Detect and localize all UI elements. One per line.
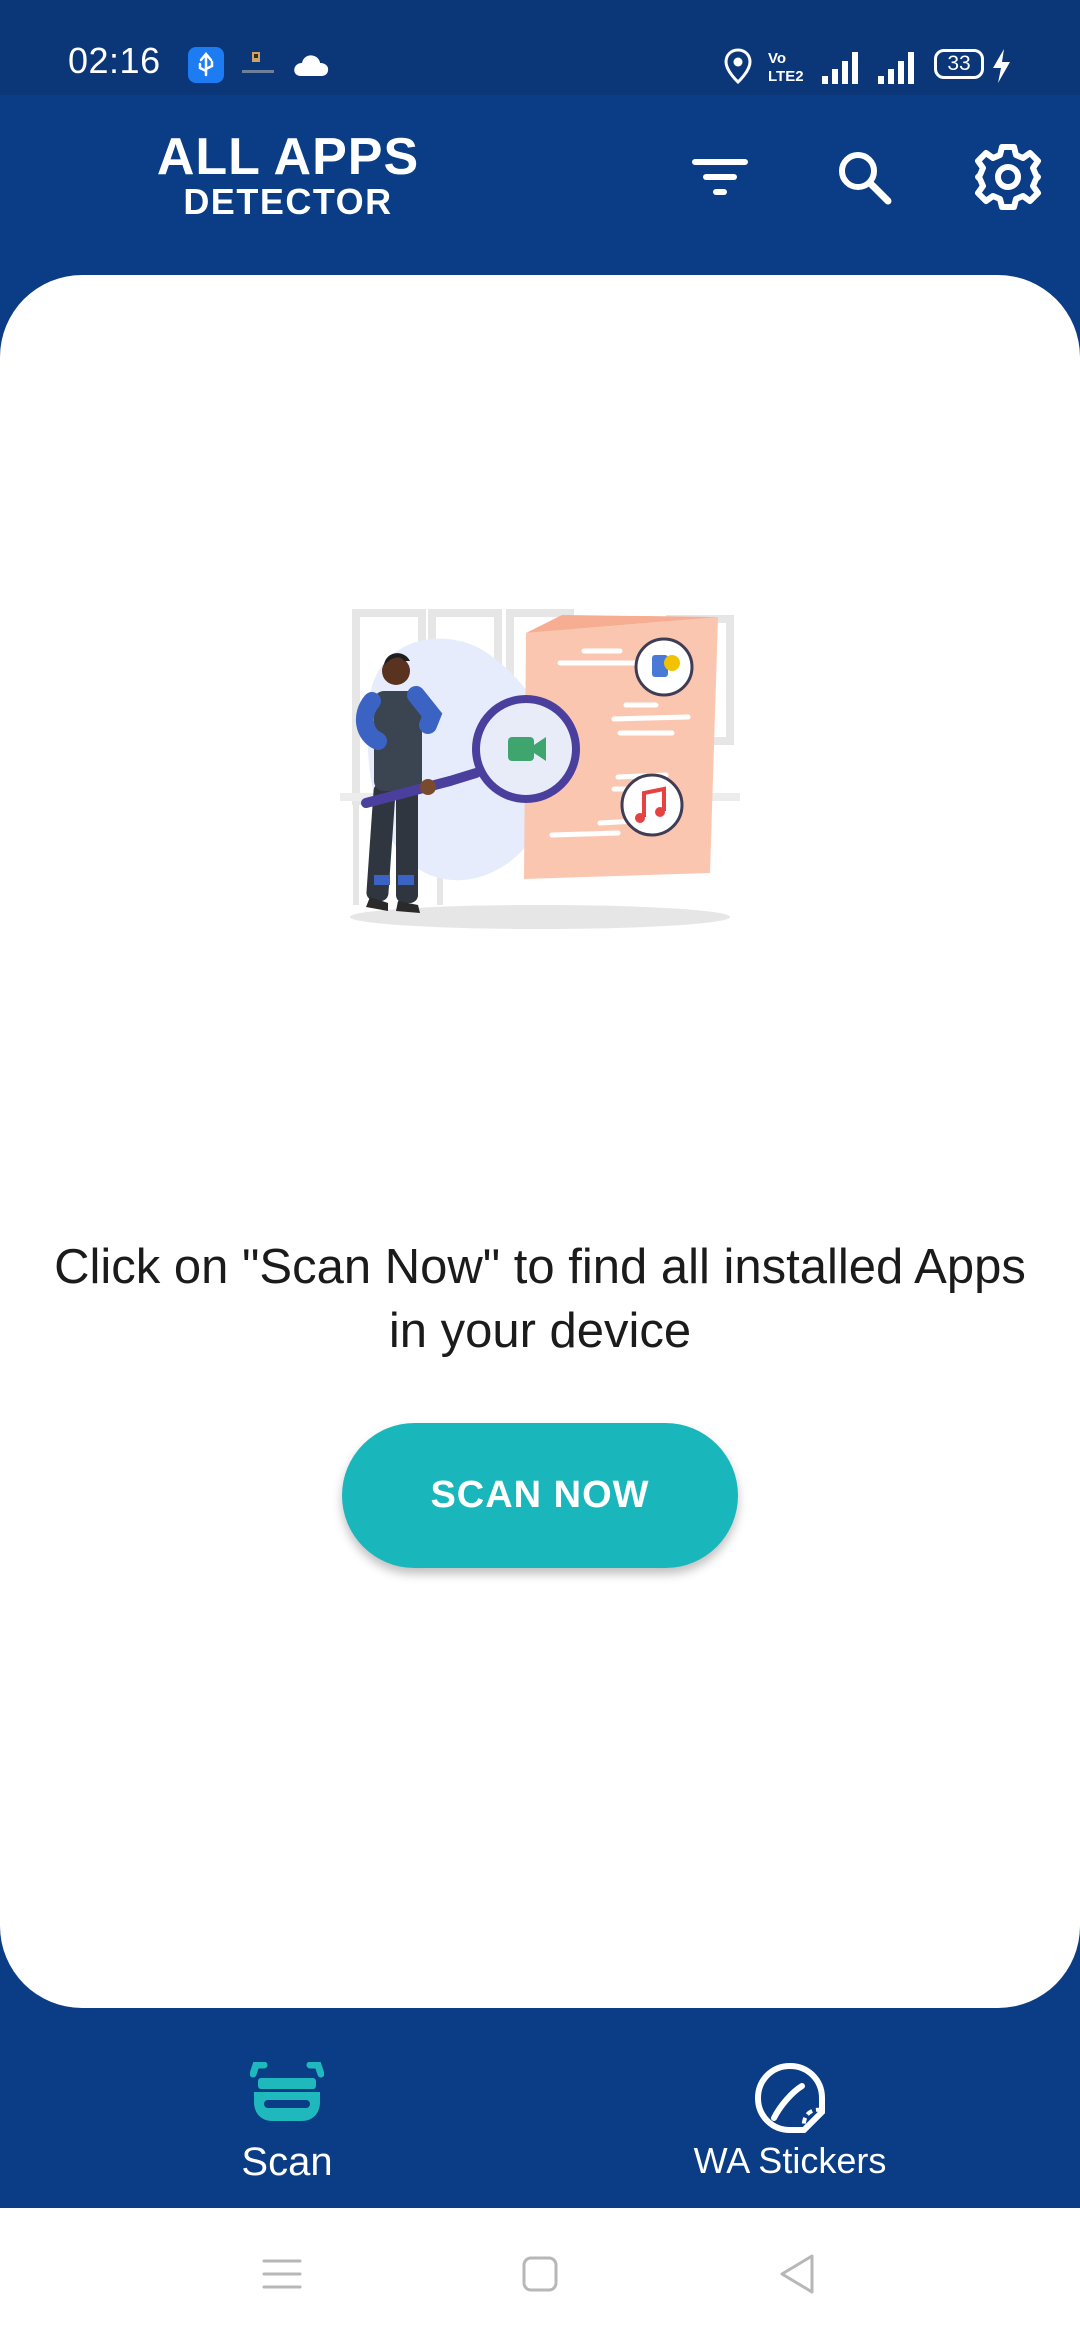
status-bar: 02:16 Vo LTE2 33 (0, 0, 1080, 95)
back-button[interactable] (766, 2246, 826, 2302)
signal-icon (878, 52, 914, 84)
search-button[interactable] (824, 137, 904, 217)
battery-level: 33 (947, 52, 971, 75)
bottom-navigation: Scan WA Stickers (0, 2008, 1080, 2208)
content-card: Click on "Scan Now" to find all installe… (0, 275, 1080, 2008)
settings-icon (975, 144, 1041, 210)
sticker-icon (754, 2062, 825, 2133)
logo-subtitle: DETECTOR (183, 181, 393, 222)
home-button[interactable] (510, 2246, 570, 2302)
nav-label-wa-stickers: WA Stickers (693, 2140, 887, 2181)
charging-icon (993, 49, 1010, 83)
signal-icon (822, 52, 858, 84)
location-icon (724, 48, 752, 84)
svg-text:Vo: Vo (768, 50, 786, 67)
recents-icon (262, 2259, 302, 2289)
logo-title: ALL APPS (156, 128, 420, 186)
cloud-icon (294, 55, 329, 76)
nav-label-scan: Scan (241, 2140, 333, 2184)
scan-now-button[interactable]: SCAN NOW (342, 1423, 738, 1568)
app-logo: ALL APPS DETECTOR (138, 131, 438, 221)
home-icon (522, 2256, 558, 2292)
nav-item-scan[interactable]: Scan (17, 2008, 557, 2208)
filter-icon (692, 159, 748, 195)
notification-thumbnail-icon (242, 52, 274, 73)
recents-button[interactable] (252, 2246, 312, 2302)
scan-icon (250, 2062, 324, 2121)
battery-icon: 33 (934, 49, 984, 79)
app-bar: ALL APPS DETECTOR (0, 95, 1080, 275)
status-time: 02:16 (68, 40, 161, 81)
volte-icon: Vo LTE2 (768, 50, 804, 84)
back-icon (780, 2254, 814, 2294)
settings-button[interactable] (968, 137, 1048, 217)
nav-item-wa-stickers[interactable]: WA Stickers (520, 2008, 1060, 2208)
usb-debug-icon (188, 47, 224, 83)
hero-illustration (340, 609, 740, 929)
search-icon (839, 152, 892, 205)
scan-prompt-text: Click on "Scan Now" to find all installe… (54, 1240, 1026, 1358)
filter-button[interactable] (680, 137, 760, 217)
svg-text:LTE2: LTE2 (768, 68, 804, 84)
system-navigation-bar (0, 2208, 1080, 2340)
